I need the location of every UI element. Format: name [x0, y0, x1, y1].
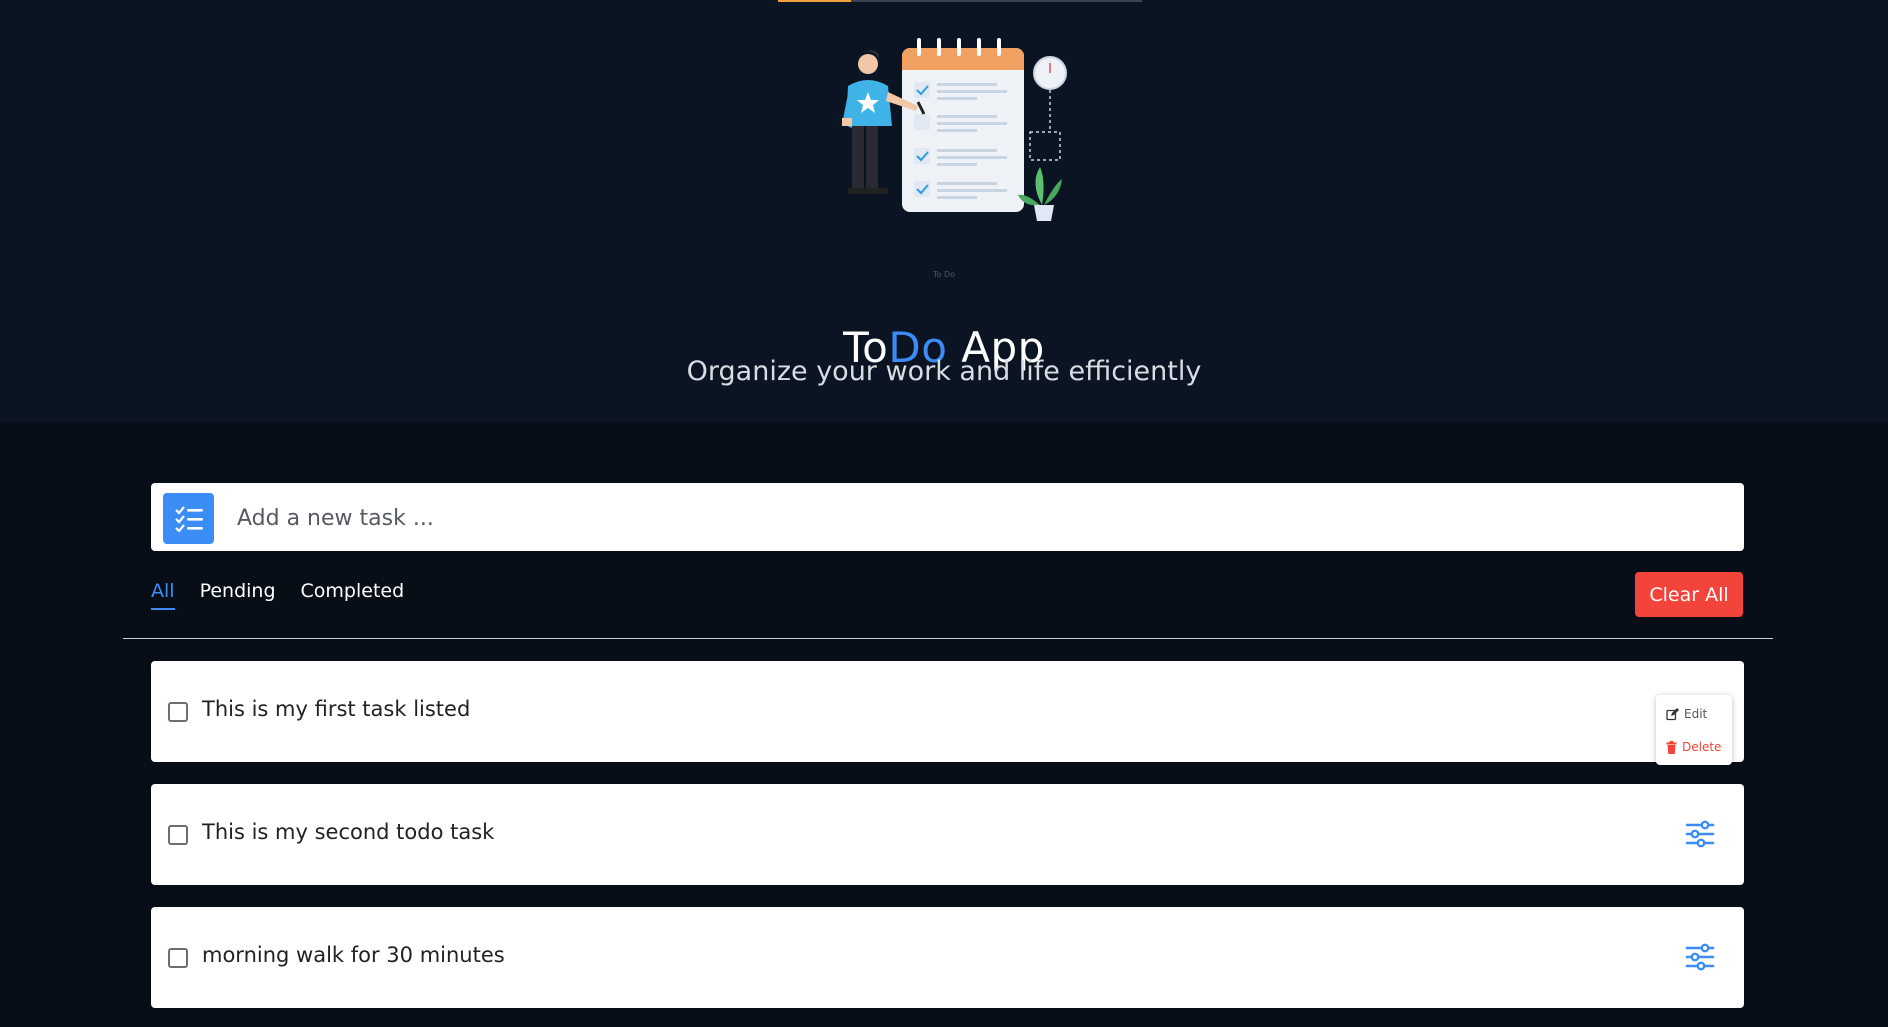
- task-text: This is my first task listed: [202, 697, 471, 721]
- divider: [123, 638, 1773, 639]
- edit-icon: [1666, 707, 1679, 720]
- edit-label: Edit: [1684, 707, 1708, 721]
- app-subtitle: Organize your work and life efficiently: [686, 356, 1202, 387]
- task-checkbox[interactable]: [168, 948, 188, 968]
- task-item: This is my second todo task: [151, 784, 1744, 885]
- list-check-icon: [163, 493, 214, 544]
- task-item: morning walk for 30 minutes: [151, 907, 1744, 1008]
- delete-button[interactable]: Delete: [1666, 738, 1721, 756]
- todo-illustration: [842, 38, 1067, 221]
- plant-icon: [1035, 167, 1044, 205]
- sliders-icon[interactable]: [1685, 819, 1715, 849]
- delete-label: Delete: [1682, 740, 1722, 754]
- task-checkbox[interactable]: [168, 825, 188, 845]
- tab-pending[interactable]: Pending: [200, 580, 276, 610]
- illustration-caption: To Do: [932, 270, 956, 279]
- top-progress-bar: [778, 0, 1142, 2]
- task-checkbox[interactable]: [168, 702, 188, 722]
- task-text: morning walk for 30 minutes: [202, 943, 505, 967]
- tab-completed[interactable]: Completed: [301, 580, 405, 610]
- task-item: This is my first task listed Edit Delete: [151, 661, 1744, 765]
- task-text: This is my second todo task: [202, 820, 495, 844]
- top-progress-fill: [778, 0, 851, 2]
- filter-tabs: All Pending Completed: [151, 580, 404, 610]
- add-task-input[interactable]: [235, 483, 1729, 553]
- edit-button[interactable]: Edit: [1666, 705, 1707, 723]
- hero-header: To Do ToDo App Organize your work and li…: [0, 0, 1888, 422]
- clear-all-button[interactable]: Clear All: [1635, 572, 1743, 617]
- task-menu: Edit Delete: [1656, 695, 1732, 765]
- tab-all[interactable]: All: [151, 580, 175, 610]
- trash-icon: [1666, 740, 1677, 754]
- sliders-icon[interactable]: [1685, 942, 1715, 972]
- task-input-container: [151, 483, 1744, 553]
